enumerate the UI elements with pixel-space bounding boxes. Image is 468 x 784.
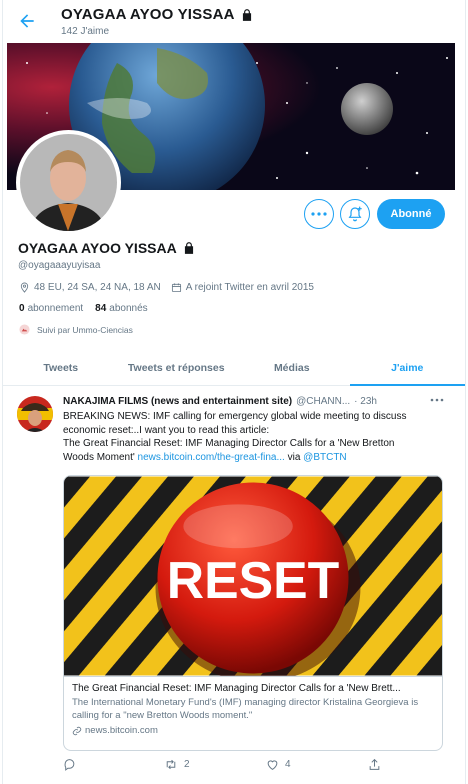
like-count: 4 bbox=[285, 759, 291, 770]
lock-icon bbox=[184, 242, 193, 254]
like-button[interactable]: 4 bbox=[266, 758, 291, 771]
card-domain-text: news.bitcoin.com bbox=[85, 725, 158, 736]
card-description: The International Monetary Fund's (IMF) … bbox=[72, 697, 419, 721]
followers-count: 84 bbox=[95, 303, 107, 314]
page-title: OYAGAA AYOO YISSAA bbox=[61, 6, 254, 23]
follower-avatar-icon bbox=[19, 324, 30, 335]
tab-media[interactable]: Médias bbox=[234, 350, 350, 385]
tab-tweets-replies[interactable]: Tweets et réponses bbox=[119, 350, 235, 385]
notifications-button[interactable] bbox=[340, 199, 370, 229]
tweet-actions: 2 4 bbox=[63, 758, 443, 776]
tweet-text-line: Woods Moment' news.bitcoin.com/the-great… bbox=[63, 451, 443, 465]
card-body: The Great Financial Reset: IMF Managing … bbox=[64, 676, 442, 750]
likes-count-subtitle: 142 J'aime bbox=[61, 26, 110, 37]
tweet[interactable]: NAKAJIMA FILMS (news and entertainment s… bbox=[3, 386, 465, 784]
tweet-text: BREAKING NEWS: IMF calling for emergency… bbox=[63, 410, 443, 464]
profile-tabs: Tweets Tweets et réponses Médias J'aime bbox=[3, 350, 465, 386]
link-icon bbox=[72, 726, 82, 735]
link-card[interactable]: RESET The Great Financial Reset: IMF Man… bbox=[63, 475, 443, 751]
profile-meta: 48 EU, 24 SA, 24 NA, 18 AN A rejoint Twi… bbox=[19, 282, 324, 293]
location-pin-icon bbox=[20, 282, 29, 293]
following-link[interactable]: 0 abonnement bbox=[19, 303, 83, 314]
tweet-text-line: BREAKING NEWS: IMF calling for emergency… bbox=[63, 411, 407, 422]
profile-name: OYAGAA AYOO YISSAA bbox=[18, 240, 196, 256]
card-image: RESET bbox=[64, 476, 442, 676]
more-dots-icon bbox=[311, 212, 327, 216]
more-options-button[interactable] bbox=[304, 199, 334, 229]
following-count: 0 bbox=[19, 303, 25, 314]
card-image-text: RESET bbox=[167, 551, 340, 609]
followed-by[interactable]: Suivi par Ummo-Ciencias bbox=[19, 324, 133, 335]
tweet-more-icon[interactable] bbox=[427, 394, 447, 406]
reply-icon bbox=[64, 759, 75, 771]
tweet-header: NAKAJIMA FILMS (news and entertainment s… bbox=[63, 396, 423, 407]
tweet-mention[interactable]: @BTCTN bbox=[303, 452, 346, 463]
location-item: 48 EU, 24 SA, 24 NA, 18 AN bbox=[19, 282, 161, 293]
bell-plus-icon bbox=[348, 206, 362, 222]
followers-link[interactable]: 84 abonnés bbox=[95, 303, 148, 314]
profile-column: OYAGAA AYOO YISSAA 142 J'aime Abonné OYA… bbox=[2, 0, 466, 784]
joined-text: A rejoint Twitter en avril 2015 bbox=[185, 282, 314, 293]
tweet-text-line: The Great Financial Reset: IMF Managing … bbox=[63, 438, 395, 449]
tweet-author-avatar[interactable] bbox=[17, 396, 53, 432]
followed-by-text: Suivi par Ummo-Ciencias bbox=[37, 324, 133, 335]
author-avatar-image bbox=[17, 396, 53, 432]
following-label: abonnement bbox=[27, 303, 84, 314]
tweet-time[interactable]: · 23h bbox=[354, 396, 377, 407]
share-icon bbox=[369, 758, 380, 770]
retweet-count: 2 bbox=[184, 759, 190, 770]
tab-likes[interactable]: J'aime bbox=[349, 350, 466, 386]
lock-icon bbox=[242, 8, 251, 21]
tab-tweets[interactable]: Tweets bbox=[3, 350, 119, 385]
share-button[interactable] bbox=[368, 758, 381, 771]
following-button[interactable]: Abonné bbox=[377, 199, 445, 229]
profile-avatar[interactable] bbox=[16, 130, 121, 235]
tweet-text-line: economic reset:..I want you to read this… bbox=[63, 424, 270, 436]
avatar-photo bbox=[20, 134, 117, 231]
tweet-link[interactable]: news.bitcoin.com/the-great-fina... bbox=[138, 452, 285, 463]
back-arrow-icon[interactable] bbox=[17, 11, 37, 31]
location-text: 48 EU, 24 SA, 24 NA, 18 AN bbox=[34, 282, 161, 293]
profile-handle: @oyagaaayuyisaa bbox=[18, 260, 101, 271]
retweet-button[interactable]: 2 bbox=[164, 758, 190, 771]
follow-counts: 0 abonnement 84 abonnés bbox=[19, 303, 148, 314]
tweet-text-fragment: Woods Moment' bbox=[63, 451, 138, 463]
page-title-text: OYAGAA AYOO YISSAA bbox=[61, 6, 235, 23]
tweet-author-name[interactable]: NAKAJIMA FILMS (news and entertainment s… bbox=[63, 396, 292, 407]
heart-icon bbox=[267, 760, 278, 770]
calendar-icon bbox=[171, 283, 181, 293]
tweet-via: via bbox=[284, 451, 304, 463]
card-domain: news.bitcoin.com bbox=[72, 725, 434, 736]
profile-name-text: OYAGAA AYOO YISSAA bbox=[18, 240, 177, 256]
top-bar: OYAGAA AYOO YISSAA 142 J'aime bbox=[3, 0, 465, 43]
followers-label: abonnés bbox=[109, 303, 148, 314]
joined-item: A rejoint Twitter en avril 2015 bbox=[171, 282, 314, 293]
card-title: The Great Financial Reset: IMF Managing … bbox=[72, 683, 401, 694]
tweet-author-handle[interactable]: @CHANN... bbox=[296, 396, 350, 407]
reply-button[interactable] bbox=[63, 758, 76, 771]
retweet-icon bbox=[166, 759, 176, 770]
